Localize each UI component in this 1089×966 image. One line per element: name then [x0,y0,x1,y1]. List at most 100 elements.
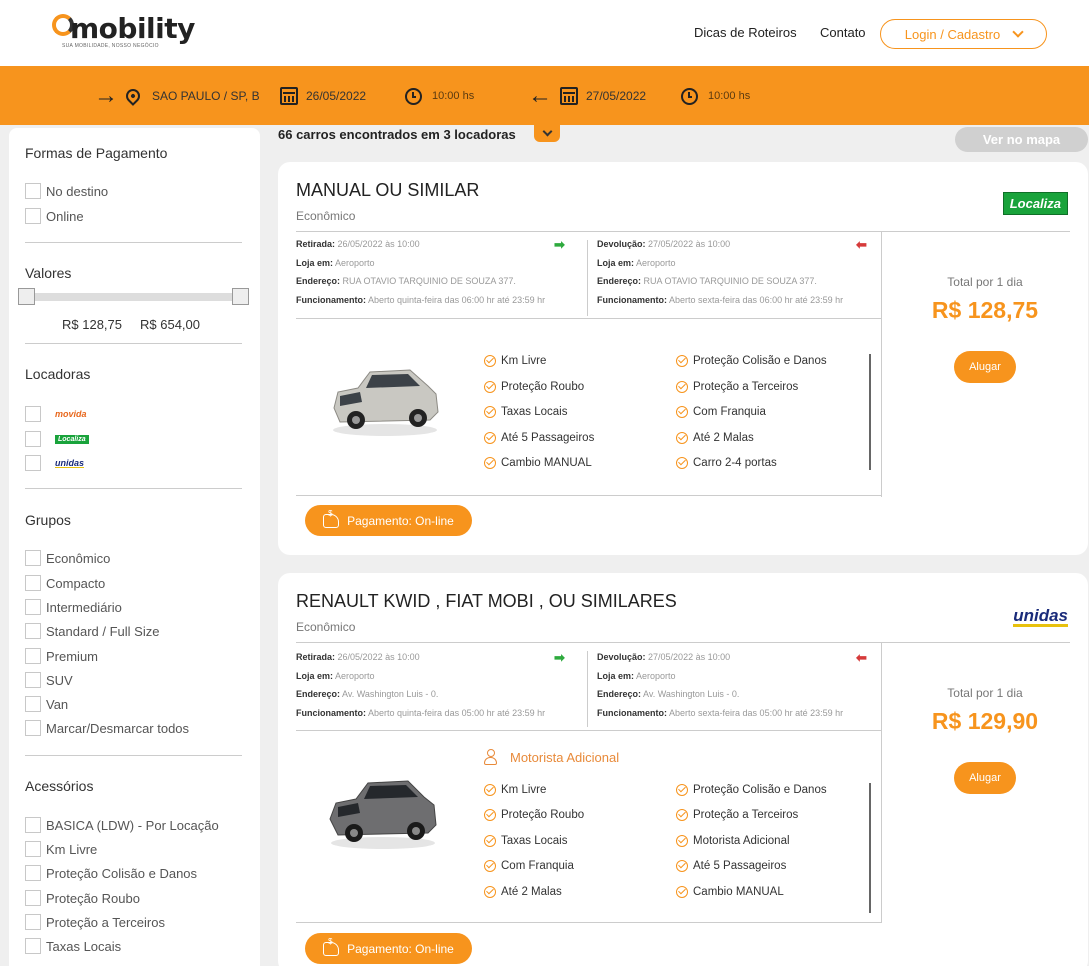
divider [587,651,588,727]
filter-online[interactable]: Online [25,208,84,224]
check-icon [676,381,688,393]
checkbox[interactable] [25,575,41,591]
checkbox[interactable] [25,865,41,881]
pickup-date-field[interactable]: 26/05/2022 [280,86,366,106]
price-slider-min-handle[interactable] [18,288,35,305]
checkbox[interactable] [25,455,41,471]
filter-group[interactable]: SUV [25,672,73,688]
features-scrollbar[interactable] [869,783,871,913]
checkbox[interactable] [25,406,41,422]
return-date-field[interactable]: ← 27/05/2022 [528,84,646,108]
label: Endereço: [296,689,341,699]
arrow-right-icon: → [94,82,118,109]
pickup-info: Retirada: 26/05/2022 às 10:00 Loja em: A… [296,235,545,309]
divider [296,231,1070,232]
price-value: R$ 128,75 [931,297,1039,323]
filter-movida[interactable]: movida [25,406,87,422]
feature-label: Proteção Colisão e Danos [693,355,827,367]
filter-accessory[interactable]: BASICA (LDW) - Por Locação [25,817,219,833]
checkbox[interactable] [25,431,41,447]
checkbox[interactable] [25,914,41,930]
price-max-value: R$ 654,00 [140,317,200,332]
checkbox[interactable] [25,817,41,833]
filter-unidas[interactable]: unidas [25,455,84,471]
checkbox[interactable] [25,890,41,906]
checkbox[interactable] [25,696,41,712]
person-icon [484,749,498,765]
login-label: Login / Cadastro [904,26,1001,42]
price-slider-max-handle[interactable] [232,288,249,305]
nav-contato[interactable]: Contato [820,25,866,40]
chevron-down-icon [1012,26,1024,38]
divider [296,318,881,319]
feature-label: Com Franquia [501,860,574,872]
filter-accessory[interactable]: Taxas Locais [25,938,121,954]
filter-localiza[interactable]: Localiza [25,431,89,447]
unidas-logo: unidas [55,458,85,468]
return-arrow-icon: ⬅ [856,650,867,665]
filter-toggle-all-groups[interactable]: Marcar/Desmarcar todos [25,720,189,736]
filter-accessory[interactable]: Proteção a Terceiros [25,914,165,930]
filter-group[interactable]: Compacto [25,575,105,591]
location-field[interactable]: → SAO PAULO / SP, BRA [94,82,260,109]
filter-label: Marcar/Desmarcar todos [46,720,190,736]
check-icon [676,355,688,367]
feature-label: Com Franquia [693,406,766,418]
filter-group[interactable]: Standard / Full Size [25,623,159,639]
checkbox[interactable] [25,208,41,224]
filter-accessory[interactable]: Proteção Roubo [25,890,140,906]
filters-sidebar: Formas de Pagamento No destino Online Va… [9,128,260,966]
feature-item: Proteção Roubo [484,381,584,393]
checkbox[interactable] [25,550,41,566]
divider [296,730,881,731]
checkbox[interactable] [25,672,41,688]
checkbox[interactable] [25,841,41,857]
map-view-button[interactable]: Ver no mapa [955,127,1088,152]
pickup-time-value: 10:00 hs [432,90,475,102]
feature-label: Cambio MANUAL [693,886,784,898]
filter-group[interactable]: Premium [25,648,98,664]
checkbox[interactable] [25,599,41,615]
feature-item: Proteção a Terceiros [676,809,798,821]
login-button[interactable]: Login / Cadastro [880,19,1047,49]
label: Loja em: [597,670,635,681]
pickup-time-field[interactable]: 10:00 hs [405,86,474,106]
label: Devolução: [597,652,646,662]
filter-accessory[interactable]: Proteção Colisão e Danos [25,865,197,881]
checkbox[interactable] [25,648,41,664]
feature-item: Km Livre [484,784,546,796]
filter-accessory[interactable]: Km Livre [25,841,97,857]
checkbox[interactable] [25,183,41,199]
payment-online-button[interactable]: Pagamento: On-line [305,933,472,964]
check-icon [484,457,496,469]
logo-word: mobility [70,12,195,45]
filter-group[interactable]: Intermediário [25,599,122,615]
check-icon [676,784,688,796]
rent-button[interactable]: Alugar [954,762,1016,794]
return-time-field[interactable]: 10:00 hs [681,86,750,106]
checkbox[interactable] [25,623,41,639]
return-address: RUA OTAVIO TARQUINIO DE SOUZA 377. [643,276,817,286]
feature-label: Até 5 Passageiros [501,432,595,444]
pickup-store: Aeroporto [335,257,375,268]
nav-dicas-de-roteiros[interactable]: Dicas de Roteiros [694,25,797,40]
mobility-logo[interactable]: mobility SUA MOBILIDADE, NOSSO NEGÓCIO [52,12,195,56]
features-scrollbar[interactable] [869,354,871,470]
rent-button[interactable]: Alugar [954,351,1016,383]
extra-driver-label: Motorista Adicional [510,749,620,765]
filter-no-destino[interactable]: No destino [25,183,108,199]
divider [296,642,1070,643]
check-icon [676,432,688,444]
check-icon [484,784,496,796]
checkbox[interactable] [25,938,41,954]
return-store: Aeroporto [636,670,676,681]
filter-label: Van [46,696,69,712]
checkbox[interactable] [25,720,41,736]
sort-dropdown-button[interactable] [534,124,560,142]
filter-group[interactable]: Van [25,696,68,712]
payment-online-button[interactable]: Pagamento: On-line [305,505,472,536]
filter-label: Proteção Roubo [46,890,140,906]
price-slider-track[interactable] [25,293,240,301]
feature-item: Motorista Adicional [676,835,790,847]
filter-group[interactable]: Econômico [25,550,110,566]
